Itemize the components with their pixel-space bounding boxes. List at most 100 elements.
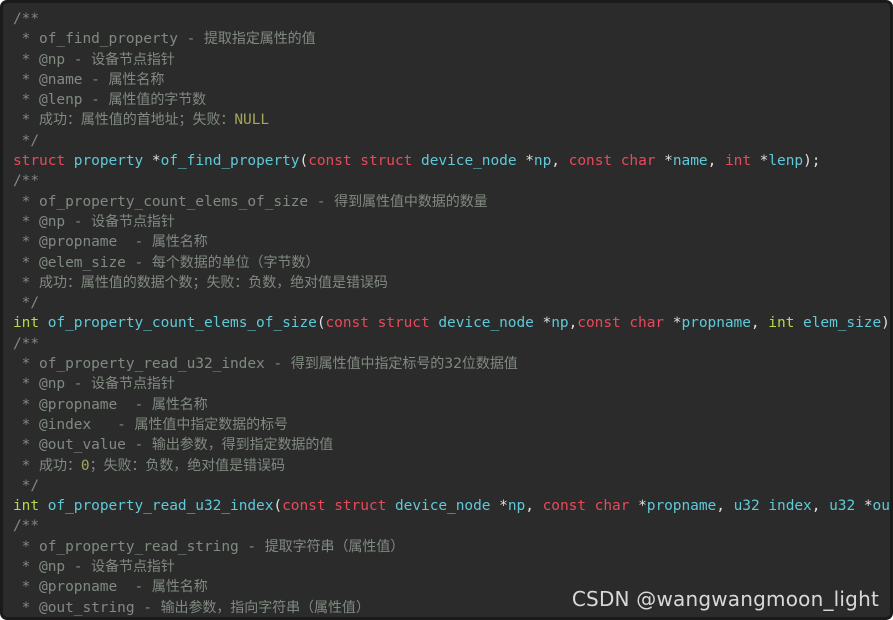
code-token: /** bbox=[13, 11, 40, 27]
code-token: * bbox=[629, 498, 647, 515]
code-line: * @np - 设备节点指针 bbox=[13, 557, 890, 577]
code-editor-area[interactable]: /** * of_find_property - 提取指定属性的值 * @np … bbox=[3, 3, 890, 617]
code-line: * @propname - 属性名称 bbox=[13, 577, 890, 597]
code-token: propname bbox=[646, 498, 717, 515]
code-token: 设备节点指针 bbox=[91, 51, 175, 68]
code-line: int of_property_read_u32_index(const str… bbox=[13, 496, 890, 516]
code-token: ；失败：负数，绝对值是错误码 bbox=[89, 457, 285, 474]
code-token: ); bbox=[881, 315, 890, 332]
code-token: 提取字符串（属性值） bbox=[264, 538, 405, 555]
code-token: * bbox=[490, 498, 508, 515]
code-token: * @name - bbox=[13, 71, 109, 88]
code-token: int bbox=[724, 153, 751, 170]
code-line: * of_property_read_u32_index - 得到属性值中指定标… bbox=[13, 354, 890, 374]
code-line: int of_property_count_elems_of_size(cons… bbox=[13, 313, 890, 333]
code-token: ); bbox=[803, 153, 821, 170]
code-token: u32 bbox=[733, 498, 760, 515]
code-token: np bbox=[507, 498, 526, 515]
code-token: device_node bbox=[421, 153, 517, 170]
code-token: /** bbox=[13, 518, 40, 535]
code-token: * @propname - bbox=[13, 234, 152, 251]
code-token: , bbox=[811, 498, 830, 515]
code-token: of_property_read_u32_index bbox=[47, 498, 274, 515]
code-token: np bbox=[533, 153, 552, 170]
code-token: 属性值的字节数 bbox=[108, 92, 207, 109]
code-token: 属性名称 bbox=[108, 71, 165, 88]
code-token: , bbox=[750, 315, 769, 332]
code-token: * bbox=[13, 457, 40, 474]
code-line: /** bbox=[13, 334, 890, 354]
code-line: * 成功：属性值的首地址；失败：NULL bbox=[13, 110, 890, 130]
code-line: * of_property_count_elems_of_size - 得到属性… bbox=[13, 192, 890, 212]
code-token: name bbox=[672, 153, 708, 170]
code-line: * @propname - 属性名称 bbox=[13, 395, 890, 415]
code-token: , bbox=[707, 153, 725, 170]
code-token: int bbox=[13, 498, 40, 515]
code-line: struct property *of_find_property(const … bbox=[13, 151, 890, 171]
code-token: , bbox=[525, 498, 543, 515]
code-token: 属性名称 bbox=[151, 234, 208, 251]
code-token: ( bbox=[273, 498, 283, 515]
code-token: * @out_string - bbox=[13, 599, 161, 616]
code-token: NULL bbox=[234, 112, 270, 129]
code-line: */ bbox=[13, 131, 890, 151]
code-token: * @np - bbox=[13, 559, 92, 576]
code-line: * @elem_size - 每个数据的单位（字节数） bbox=[13, 253, 890, 273]
code-token: 得到属性值中数据的数量 bbox=[334, 193, 488, 210]
code-token: 设备节点指针 bbox=[91, 559, 175, 576]
code-token: ( bbox=[299, 153, 309, 170]
code-token: * @np - bbox=[13, 376, 92, 393]
code-token: * bbox=[655, 153, 673, 170]
code-token: * bbox=[751, 153, 769, 170]
code-token: * bbox=[143, 153, 161, 170]
code-token: const struct bbox=[325, 315, 430, 332]
code-token: /** bbox=[13, 173, 40, 190]
code-token: 成功：属性值的首地址；失败： bbox=[39, 112, 235, 129]
code-token: * of_property_read_string - bbox=[13, 538, 265, 555]
code-token: index bbox=[768, 498, 812, 515]
code-token: */ bbox=[13, 132, 40, 149]
code-token: * @index - bbox=[13, 416, 135, 433]
code-token: 提取指定属性的值 bbox=[203, 31, 316, 48]
code-token: 输出参数，指向字符串（属性值） bbox=[160, 599, 370, 616]
code-token: 每个数据的单位（字节数） bbox=[151, 254, 320, 271]
code-token: , bbox=[568, 315, 578, 332]
code-line: * @np - 设备节点指针 bbox=[13, 374, 890, 394]
code-line: * @np - 设备节点指针 bbox=[13, 50, 890, 70]
code-token: propname bbox=[681, 315, 751, 332]
code-line: * @np - 设备节点指针 bbox=[13, 212, 890, 232]
code-token: const struct bbox=[308, 153, 413, 170]
code-line: /** bbox=[13, 9, 890, 29]
code-token: /** bbox=[13, 335, 40, 352]
code-token: const char bbox=[568, 153, 656, 170]
code-token: * @np - bbox=[13, 51, 92, 68]
code-token: * of_property_count_elems_of_size - bbox=[13, 193, 335, 210]
code-token: of_property_count_elems_of_size bbox=[47, 315, 317, 332]
code-token: const char bbox=[577, 315, 665, 332]
code-line: /** bbox=[13, 171, 890, 191]
code-token: */ bbox=[13, 295, 40, 312]
code-token: * @propname - bbox=[13, 396, 152, 413]
code-line: * @index - 属性值中指定数据的标号 bbox=[13, 415, 890, 435]
code-token: 设备节点指针 bbox=[91, 376, 175, 393]
code-token: 属性名称 bbox=[151, 579, 208, 596]
code-token: np bbox=[551, 315, 569, 332]
code-line: * @out_value - 输出参数，得到指定数据的值 bbox=[13, 435, 890, 455]
code-token: int bbox=[13, 315, 40, 332]
code-token: , bbox=[716, 498, 734, 515]
code-line: * of_property_read_string - 提取字符串（属性值） bbox=[13, 537, 890, 557]
code-line: * @out_string - 输出参数，指向字符串（属性值） bbox=[13, 598, 890, 617]
code-token: device_node bbox=[438, 315, 534, 332]
code-token: device_node bbox=[394, 498, 491, 515]
code-line: /** bbox=[13, 516, 890, 536]
code-token: * bbox=[13, 274, 40, 291]
code-token: * bbox=[533, 315, 552, 332]
code-line: */ bbox=[13, 293, 890, 313]
code-token: * @elem_size - bbox=[13, 254, 152, 271]
code-line: * @name - 属性名称 bbox=[13, 70, 890, 90]
code-token: u32 bbox=[829, 498, 856, 515]
